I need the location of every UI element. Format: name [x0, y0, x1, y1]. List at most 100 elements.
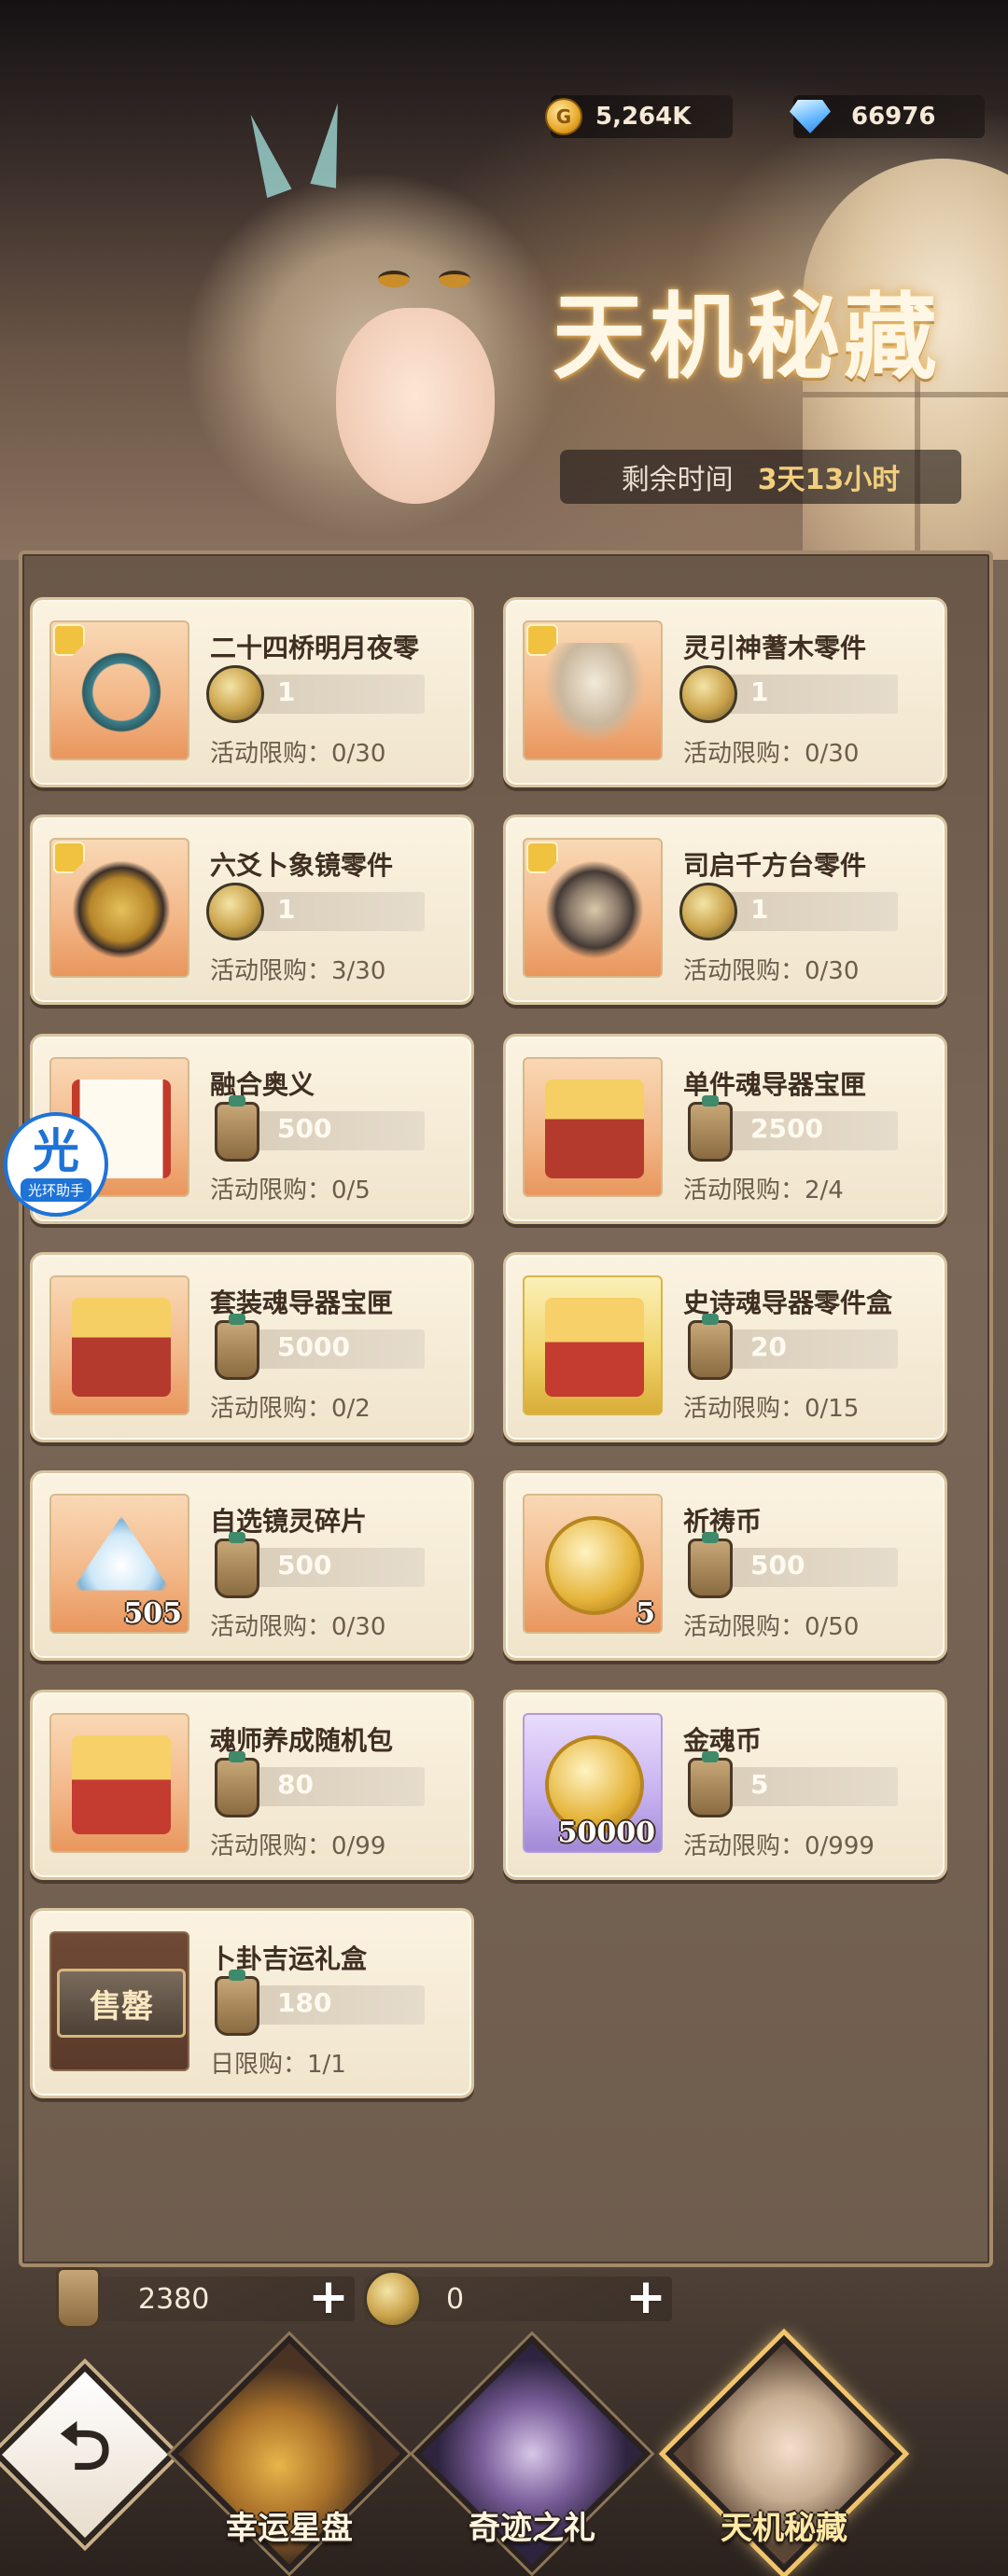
- item-price: 500: [750, 1550, 805, 1580]
- event-coin-icon: [206, 665, 264, 723]
- event-coin-icon: [679, 665, 737, 723]
- tab-label: 奇迹之礼: [469, 2510, 595, 2547]
- tab-label: 幸运星盘: [226, 2510, 353, 2547]
- character-art: [37, 101, 560, 560]
- item-thumbnail: [523, 838, 663, 978]
- gem-counter[interactable]: 66976: [790, 95, 985, 138]
- item-image: [545, 1079, 644, 1178]
- shop-item-card[interactable]: 套装魂导器宝匣 5000 活动限购：0/2: [30, 1252, 474, 1442]
- item-price: 180: [277, 1987, 332, 2018]
- purchase-limit: 活动限购：0/30: [210, 740, 386, 768]
- token-icon: [215, 1095, 259, 1162]
- tab-label: 天机秘藏: [721, 2510, 847, 2547]
- token-icon: [215, 1970, 259, 2036]
- shop-item-card[interactable]: 魂师养成随机包 80 活动限购：0/99: [30, 1690, 474, 1880]
- shop-item-card[interactable]: 50000 金魂币 5 活动限购：0/999: [503, 1690, 947, 1880]
- purchase-limit: 活动限购：0/30: [683, 740, 860, 768]
- shop-item-card[interactable]: 灵引神蓍木零件 1 活动限购：0/30: [503, 597, 947, 787]
- diamond-icon: [790, 100, 831, 133]
- back-arrow-icon: ⮌: [58, 2407, 112, 2485]
- token-amount: 2380: [138, 2282, 210, 2316]
- coin-value: 5,264K: [595, 103, 692, 131]
- puzzle-piece-icon: [53, 624, 85, 656]
- purchase-limit: 活动限购：0/30: [683, 957, 860, 985]
- puzzle-piece-icon: [53, 842, 85, 873]
- shop-item-card[interactable]: 史诗魂导器零件盒 20 活动限购：0/15: [503, 1252, 947, 1442]
- tab-tianji-treasure[interactable]: 天机秘藏: [665, 2334, 903, 2576]
- token-icon: [688, 1751, 733, 1817]
- item-price: 1: [277, 894, 296, 925]
- shop-item-card[interactable]: 505 自选镜灵碎片 500 活动限购：0/30: [30, 1470, 474, 1661]
- item-name: 灵引神蓍木零件: [683, 633, 867, 663]
- item-quantity: 50000: [557, 1817, 655, 1849]
- item-price: 1: [750, 676, 769, 707]
- tab-lucky-star-wheel[interactable]: 幸运星盘: [170, 2334, 409, 2576]
- item-image: [72, 1735, 171, 1834]
- timer-value: 3天13小时: [757, 464, 901, 496]
- coin-icon: G: [545, 98, 582, 135]
- add-coin-button[interactable]: +: [620, 2273, 672, 2325]
- shop-item-card[interactable]: 单件魂导器宝匣 2500 活动限购：2/4: [503, 1034, 947, 1224]
- item-name: 二十四桥明月夜零: [210, 633, 420, 663]
- item-image: [545, 860, 644, 959]
- item-image: [545, 1516, 644, 1615]
- item-name: 融合奥义: [210, 1069, 315, 1100]
- token-icon: [56, 2267, 101, 2329]
- purchase-limit: 活动限购：2/4: [683, 1177, 844, 1204]
- token-balance: 2380 +: [56, 2267, 355, 2329]
- token-icon: [688, 1095, 733, 1162]
- item-price: 500: [277, 1113, 332, 1144]
- item-thumbnail: [49, 1713, 189, 1853]
- gem-value: 66976: [851, 103, 936, 131]
- item-thumbnail: 售罄: [49, 1931, 189, 2071]
- tab-miracle-gift[interactable]: 奇迹之礼: [413, 2334, 651, 2576]
- back-button[interactable]: ⮌: [0, 2363, 176, 2546]
- event-coin-icon: [679, 883, 737, 940]
- token-icon: [215, 1314, 259, 1380]
- shop-item-card[interactable]: 二十四桥明月夜零 1 活动限购：0/30: [30, 597, 474, 787]
- shop-item-card[interactable]: 六爻卜象镜零件 1 活动限购：3/30: [30, 815, 474, 1005]
- item-price: 1: [750, 894, 769, 925]
- item-thumbnail: [49, 838, 189, 978]
- item-image: [72, 643, 171, 742]
- purchase-limit: 活动限购：0/999: [683, 1832, 875, 1860]
- helper-icon: 光: [33, 1123, 79, 1178]
- item-thumbnail: 505: [49, 1494, 189, 1634]
- purchase-limit: 活动限购：0/30: [210, 1613, 386, 1641]
- item-image: [72, 1298, 171, 1397]
- shop-item-card[interactable]: 售罄 卜卦吉运礼盒 180 日限购：1/1: [30, 1908, 474, 2098]
- item-price: 5: [750, 1769, 769, 1800]
- shop-item-card[interactable]: 司启千方台零件 1 活动限购：0/30: [503, 815, 947, 1005]
- item-price: 1: [277, 676, 296, 707]
- puzzle-piece-icon: [526, 842, 558, 873]
- item-thumbnail: [523, 1275, 663, 1415]
- item-thumbnail: 50000: [523, 1713, 663, 1853]
- purchase-limit: 活动限购：0/50: [683, 1613, 860, 1641]
- purchase-limit: 活动限购：3/30: [210, 957, 386, 985]
- timer-label: 剩余时间: [621, 464, 734, 496]
- item-image: [545, 1298, 644, 1397]
- purchase-limit: 活动限购：0/99: [210, 1832, 386, 1860]
- item-thumbnail: [523, 620, 663, 760]
- item-price: 2500: [750, 1113, 823, 1144]
- item-thumbnail: [49, 620, 189, 760]
- item-quantity: 5: [636, 1597, 655, 1630]
- helper-label: 光环助手: [20, 1177, 91, 1202]
- item-price: 80: [277, 1769, 314, 1800]
- remaining-time: 剩余时间 3天13小时: [560, 450, 961, 504]
- coin-counter[interactable]: G 5,264K: [545, 95, 733, 138]
- item-quantity: 505: [123, 1597, 182, 1630]
- event-coin-icon: [364, 2270, 422, 2328]
- item-name: 六爻卜象镜零件: [210, 850, 394, 881]
- helper-badge[interactable]: 光 光环助手: [4, 1112, 108, 1217]
- page-title: 天机秘藏: [553, 282, 941, 392]
- item-thumbnail: [49, 1275, 189, 1415]
- coin-balance: 0 +: [364, 2270, 672, 2328]
- item-image: [545, 643, 644, 742]
- shop-item-card[interactable]: 5 祈祷币 500 活动限购：0/50: [503, 1470, 947, 1661]
- token-icon: [215, 1751, 259, 1817]
- add-token-button[interactable]: +: [302, 2273, 355, 2325]
- purchase-limit: 日限购：1/1: [210, 2051, 346, 2079]
- item-price: 500: [277, 1550, 332, 1580]
- item-price: 5000: [277, 1331, 350, 1362]
